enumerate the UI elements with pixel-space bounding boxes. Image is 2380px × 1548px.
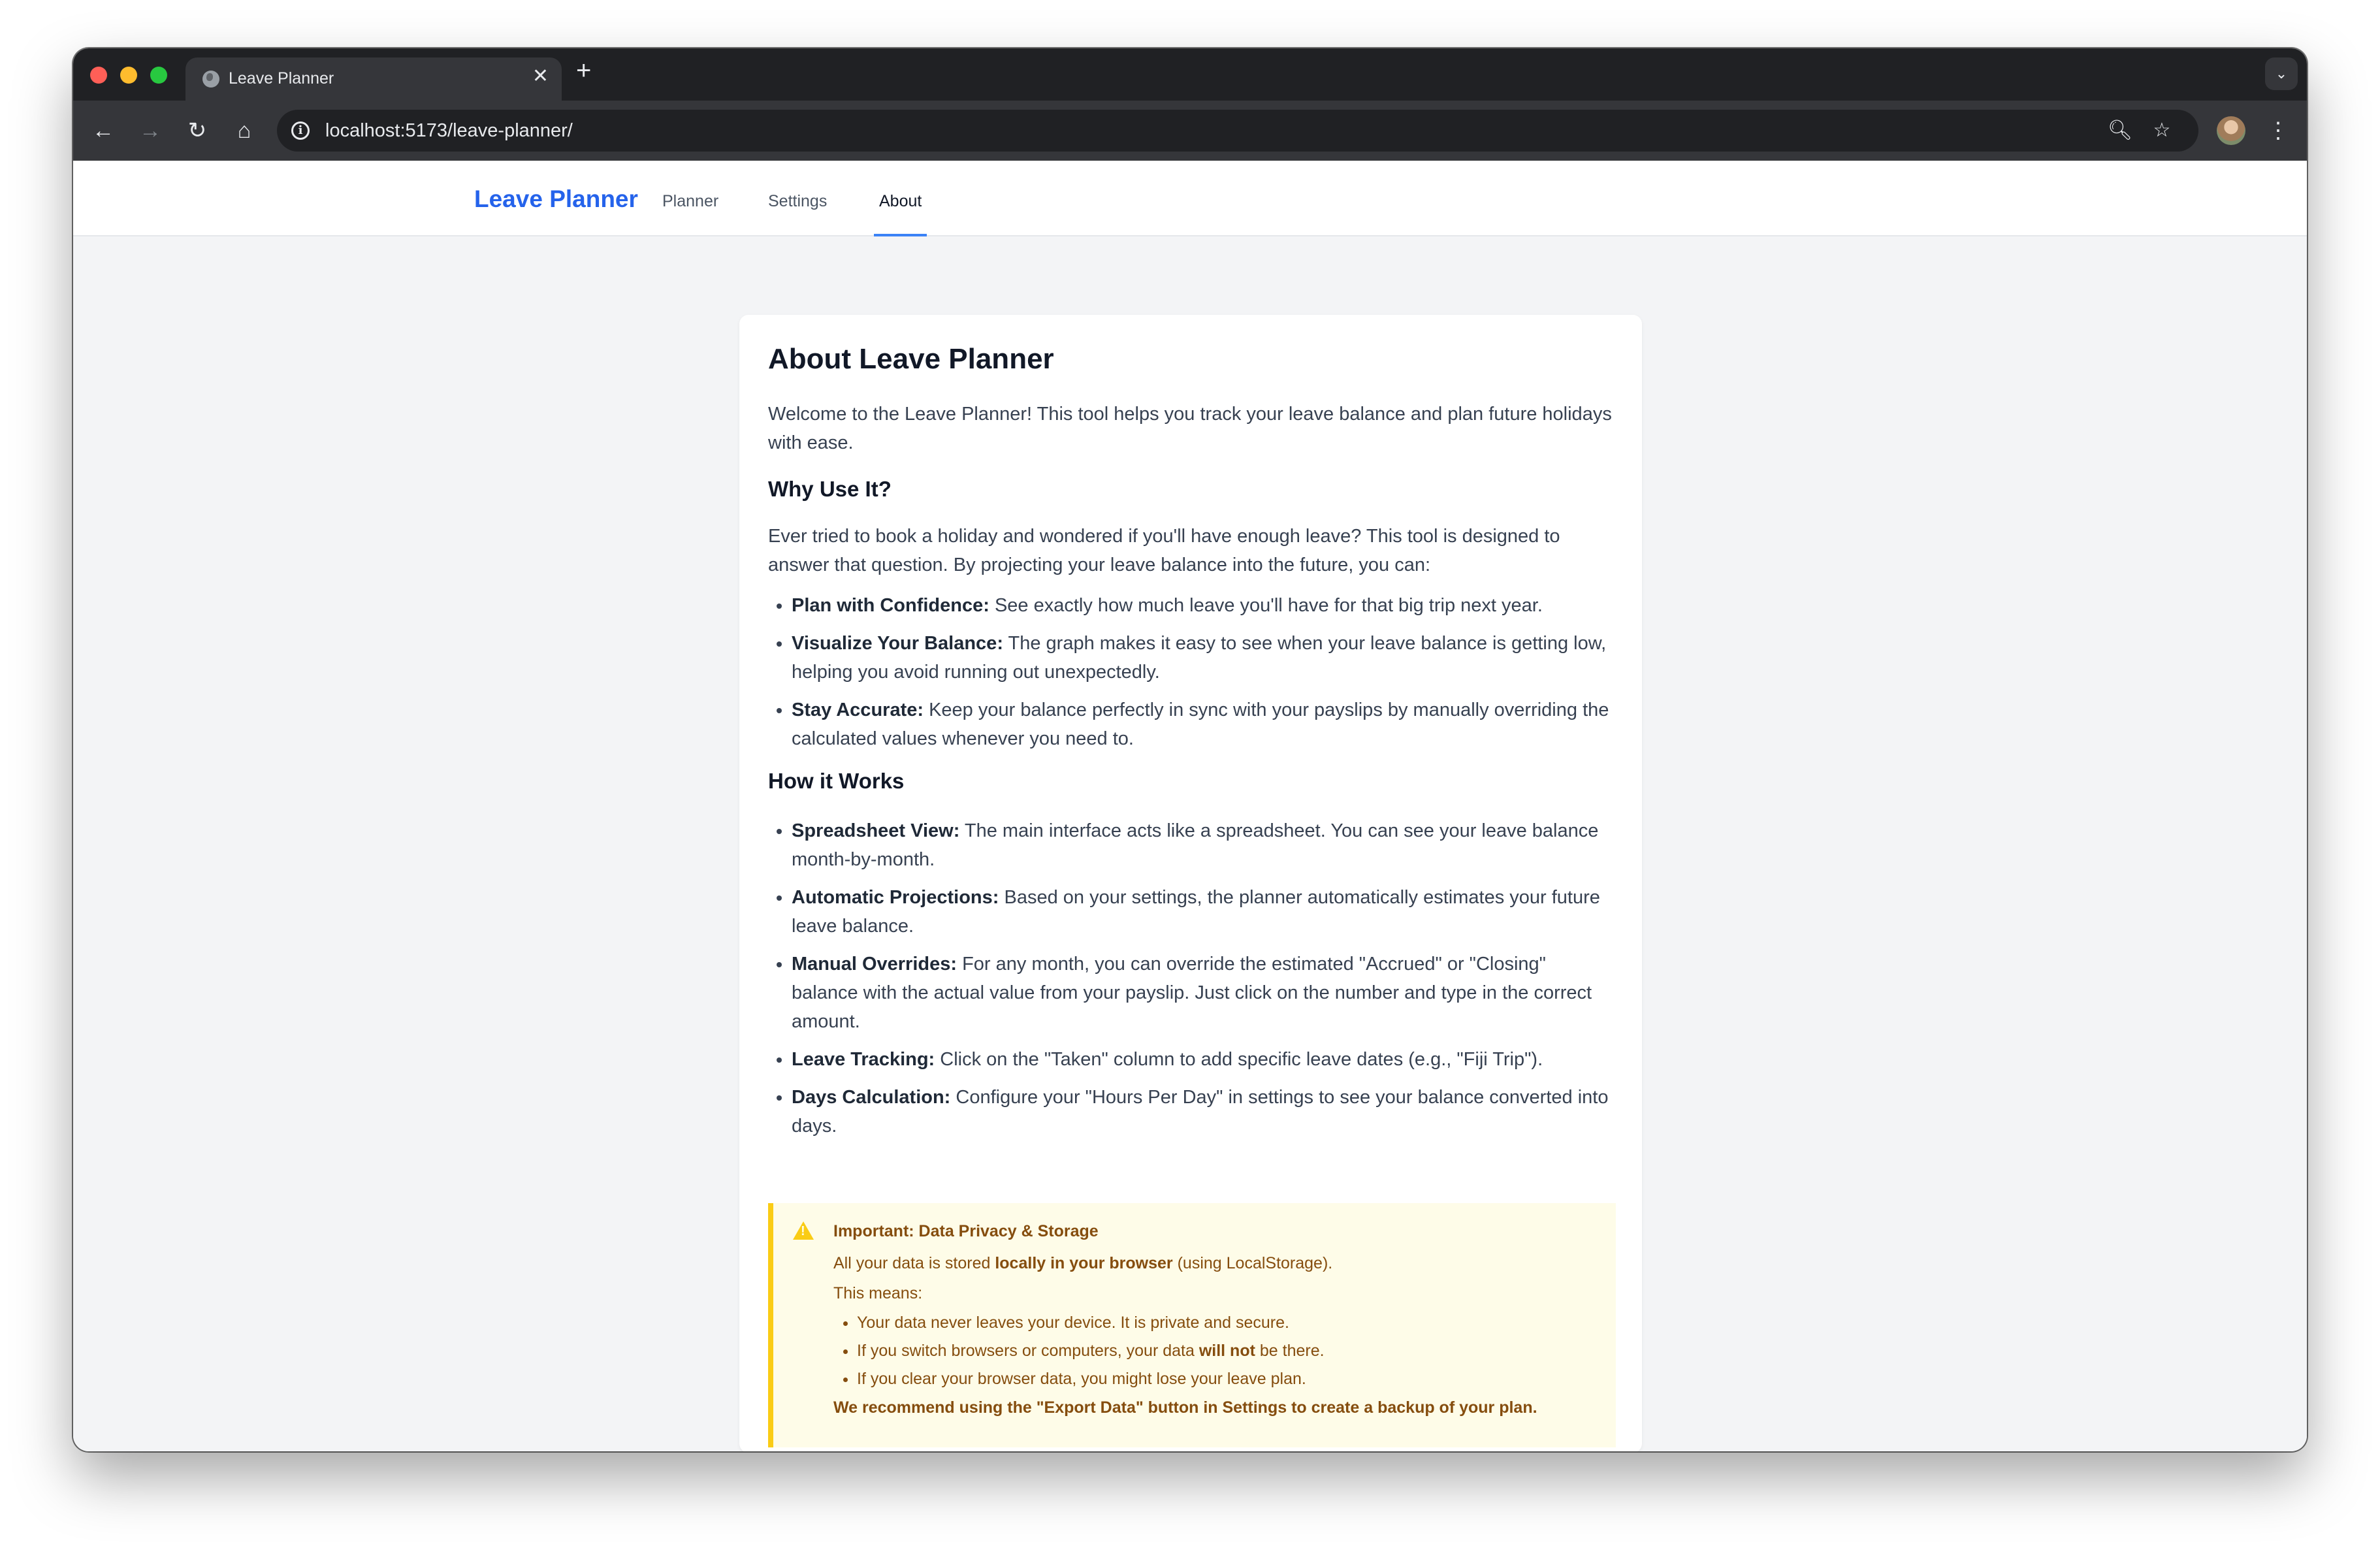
list-item: Your data never leaves your device. It i… (857, 1309, 1604, 1337)
why-heading: Why Use It? (768, 477, 892, 501)
nav-settings[interactable]: Settings (768, 192, 827, 236)
bookmark-star-icon[interactable]: ☆ (2147, 116, 2176, 145)
list-item: Stay Accurate: Keep your balance perfect… (792, 696, 1616, 753)
item-desc: See exactly how much leave you'll have f… (989, 595, 1543, 616)
forward-arrow-icon[interactable]: → (135, 115, 166, 146)
address-bar[interactable]: i localhost:5173/leave-planner/ 🔍︎ ☆ (277, 110, 2198, 152)
notice-means: This means: (833, 1284, 923, 1302)
item-desc: Click on the "Taken" column to add speci… (935, 1049, 1543, 1070)
notice-text: If you switch browsers or computers, you… (857, 1342, 1199, 1360)
reload-icon[interactable]: ↻ (182, 115, 213, 146)
how-list: Spreadsheet View: The main interface act… (768, 816, 1616, 1140)
why-list: Plan with Confidence: See exactly how mu… (768, 591, 1616, 753)
notice-text: All your data is stored (833, 1254, 995, 1272)
page-title: About Leave Planner (768, 343, 1054, 375)
item-term: Automatic Projections: (792, 887, 999, 908)
item-term: Manual Overrides: (792, 954, 957, 975)
notice-list: Your data never leaves your device. It i… (833, 1309, 1604, 1393)
home-icon[interactable]: ⌂ (229, 115, 260, 146)
list-item: If you switch browsers or computers, you… (857, 1337, 1604, 1365)
list-item: Plan with Confidence: See exactly how mu… (792, 591, 1616, 620)
how-heading: How it Works (768, 769, 905, 793)
notice-recommendation: We recommend using the "Export Data" but… (833, 1398, 1537, 1417)
maximize-window-button[interactable] (150, 67, 167, 84)
item-term: Visualize Your Balance: (792, 633, 1003, 654)
list-item: Automatic Projections: Based on your set… (792, 883, 1616, 941)
list-item: Manual Overrides: For any month, you can… (792, 950, 1616, 1036)
notice-title: Important: Data Privacy & Storage (833, 1222, 1099, 1240)
tab-strip: Leave Planner ✕ + ⌄ (73, 48, 2307, 101)
browser-tab[interactable]: Leave Planner ✕ (185, 57, 562, 101)
globe-icon (202, 71, 219, 88)
nav-about[interactable]: About (874, 192, 927, 236)
profile-avatar[interactable] (2217, 116, 2245, 145)
back-arrow-icon[interactable]: ← (88, 115, 119, 146)
item-term: Days Calculation: (792, 1087, 951, 1108)
list-item: Leave Tracking: Click on the "Taken" col… (792, 1045, 1616, 1074)
warning-icon (793, 1221, 814, 1240)
notice-text: (using LocalStorage). (1172, 1254, 1333, 1272)
list-item: If you clear your browser data, you migh… (857, 1365, 1604, 1393)
privacy-notice: Important: Data Privacy & Storage All yo… (768, 1203, 1616, 1447)
page-viewport: Leave Planner Planner Settings About Abo… (73, 161, 2307, 1451)
list-item: Days Calculation: Configure your "Hours … (792, 1083, 1616, 1140)
tab-title: Leave Planner (229, 69, 334, 88)
item-term: Plan with Confidence: (792, 595, 989, 616)
app-brand[interactable]: Leave Planner (474, 185, 638, 213)
about-card: About Leave Planner Welcome to the Leave… (739, 315, 1642, 1451)
app-navbar: Leave Planner Planner Settings About (73, 161, 2307, 236)
list-item: Spreadsheet View: The main interface act… (792, 816, 1616, 874)
url-text[interactable]: localhost:5173/leave-planner/ (325, 120, 573, 142)
notice-text: be there. (1255, 1342, 1325, 1360)
notice-emphasis: locally in your browser (995, 1254, 1173, 1272)
item-term: Spreadsheet View: (792, 820, 960, 841)
item-term: Leave Tracking: (792, 1049, 935, 1070)
notice-emphasis: will not (1198, 1342, 1255, 1360)
why-text: Ever tried to book a holiday and wondere… (768, 526, 1560, 575)
list-item: Visualize Your Balance: The graph makes … (792, 629, 1616, 686)
browser-toolbar: ← → ↻ ⌂ i localhost:5173/leave-planner/ … (73, 101, 2307, 161)
minimize-window-button[interactable] (120, 67, 137, 84)
item-term: Stay Accurate: (792, 700, 924, 720)
site-info-icon[interactable]: i (291, 121, 310, 140)
tab-search-chevron-icon[interactable]: ⌄ (2265, 57, 2298, 90)
browser-menu-icon[interactable]: ⋮ (2265, 115, 2291, 146)
nav-planner[interactable]: Planner (662, 192, 718, 236)
intro-text: Welcome to the Leave Planner! This tool … (768, 404, 1612, 453)
zoom-magnifier-icon[interactable]: 🔍︎ (2106, 116, 2134, 145)
notice-storage-text: All your data is stored locally in your … (833, 1251, 1604, 1275)
new-tab-button[interactable]: + (576, 57, 591, 84)
close-tab-icon[interactable]: ✕ (532, 67, 549, 86)
notice-content: Important: Data Privacy & Storage All yo… (833, 1220, 1604, 1419)
close-window-button[interactable] (90, 67, 107, 84)
about-content: About Leave Planner Welcome to the Leave… (768, 345, 1616, 1150)
browser-window: Leave Planner ✕ + ⌄ ← → ↻ ⌂ i localhost:… (73, 48, 2307, 1451)
